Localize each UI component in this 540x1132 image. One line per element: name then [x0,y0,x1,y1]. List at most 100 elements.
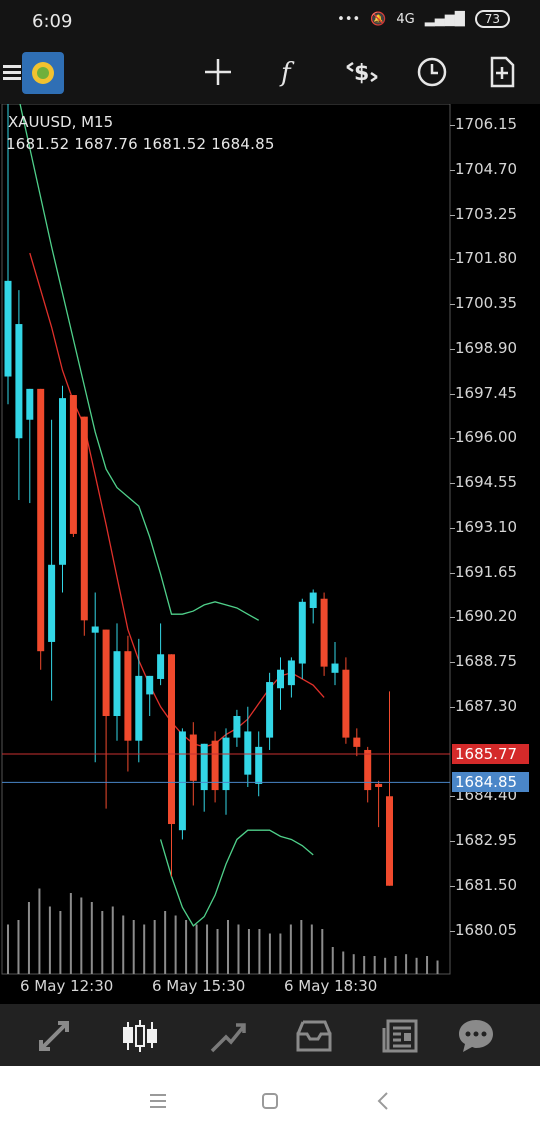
signal-icon: ▂▄▆█ [424,11,465,27]
network-label: 4G [396,11,415,27]
candle-body [135,675,143,741]
candle-body [364,749,372,791]
candle-body [146,675,154,695]
plot-frame [1,104,451,975]
price-tick-mark [450,527,455,529]
price-tick-mark [450,438,455,440]
status-icons: ••• 🔕 4G ▂▄▆█ 73 [337,10,510,28]
candle-body [353,737,361,747]
indicators-icon[interactable]: f [268,52,308,92]
price-tick-label: 1701.80 [455,249,518,268]
candle-body [342,669,350,738]
candle-body [331,663,339,673]
price-tick-mark [450,348,455,350]
time-tick-label: 6 May 12:30 [20,977,114,995]
candle-body [69,395,77,534]
history-icon[interactable] [292,1014,336,1058]
price-tick-label: 1706.15 [455,115,518,133]
price-tick-mark [450,169,455,171]
battery-icon: 73 [474,10,510,28]
price-tick-label: 1687.30 [455,696,518,715]
price-tick-label: 1691.65 [455,562,518,581]
price-tick-label: 1681.50 [455,875,518,894]
price-tick-mark [450,617,455,619]
mute-icon: 🔕 [370,11,387,27]
back-icon[interactable] [368,1086,398,1116]
time-tick-label: 6 May 18:30 [284,977,378,995]
candle-body [178,731,186,831]
price-tick-mark [450,841,455,842]
price-tick-label: 1694.55 [455,473,518,491]
price-tick-label: 1704.70 [455,159,518,178]
candle-body [48,564,56,642]
candle-body [15,324,23,439]
chart-symbol: XAUUSD, M15 [8,113,114,131]
candle-body [386,796,393,886]
price-tick-label: 1690.20 [455,607,518,626]
price-tick-mark [450,483,455,484]
price-tick-label: 1700.35 [455,294,518,312]
bid-price-tag: 1684.85 [452,772,529,793]
price-tick-mark [450,706,455,708]
trade-icon[interactable]: $ [342,52,382,92]
time-tick-label: 6 May 15:30 [152,977,246,995]
candle-body [277,669,284,689]
price-tick-mark [450,885,455,887]
more-icon: ••• [337,11,361,27]
price-tick-mark [450,125,455,126]
price-tick-label: 1696.00 [455,428,518,447]
svg-text:$: $ [354,61,369,86]
status-time: 6:09 [32,11,73,32]
candle-body [124,651,132,741]
home-icon[interactable] [255,1086,285,1116]
candle-body [287,660,295,686]
price-tick-label: 1697.45 [455,383,518,402]
candle-body [233,716,241,738]
candle-body [244,731,252,775]
candle-body [37,388,45,652]
price-tick-mark [450,572,455,574]
price-tick-label: 1703.25 [455,204,518,223]
status-bar: 6:09 ••• 🔕 4G ▂▄▆█ 73 [0,0,540,40]
candle-body [309,592,317,608]
chart-canvas[interactable] [0,104,540,1004]
price-tick-label: 1693.10 [455,517,518,536]
app-logo[interactable] [22,52,64,94]
candle-body [80,416,88,621]
candle-body [320,598,328,667]
system-navigation-bar [0,1066,540,1132]
price-tick-mark [450,930,455,932]
news-icon[interactable] [378,1014,422,1058]
add-object-icon[interactable] [482,52,522,92]
price-tick-mark [450,393,455,395]
quotes-icon[interactable] [32,1014,76,1058]
candle-body [102,629,110,717]
candle-body [298,601,306,664]
recents-icon[interactable] [143,1086,173,1116]
candle-body [266,682,274,738]
chat-icon[interactable] [454,1014,498,1058]
timeframe-icon[interactable] [412,52,452,92]
candle-body [189,734,197,781]
price-tick-label: 1682.95 [455,831,518,849]
price-tick-mark [450,304,455,305]
price-tick-mark [450,796,455,798]
candle-body [4,280,12,377]
price-tick-mark [450,662,455,663]
price-tick-label: 1680.05 [455,920,518,939]
chart-ohlc: 1681.52 1687.76 1681.52 1684.85 [6,135,275,153]
chart-icon[interactable] [118,1014,162,1058]
crosshair-icon[interactable] [198,52,238,92]
candle-body [200,743,208,791]
svg-text:f: f [279,58,295,87]
candle-body [255,746,263,784]
ask-price-tag: 1685.77 [452,743,529,764]
chart-toolbar: f $ [0,40,540,104]
price-tick-mark [450,259,455,261]
candle-body [157,654,165,679]
candle-body [91,626,99,633]
bollinger-upper-line [19,104,260,621]
trade-icon[interactable] [206,1014,250,1058]
price-chart[interactable]: XAUUSD, M15 1681.52 1687.76 1681.52 1684… [0,104,540,1004]
candle-body [375,783,383,787]
